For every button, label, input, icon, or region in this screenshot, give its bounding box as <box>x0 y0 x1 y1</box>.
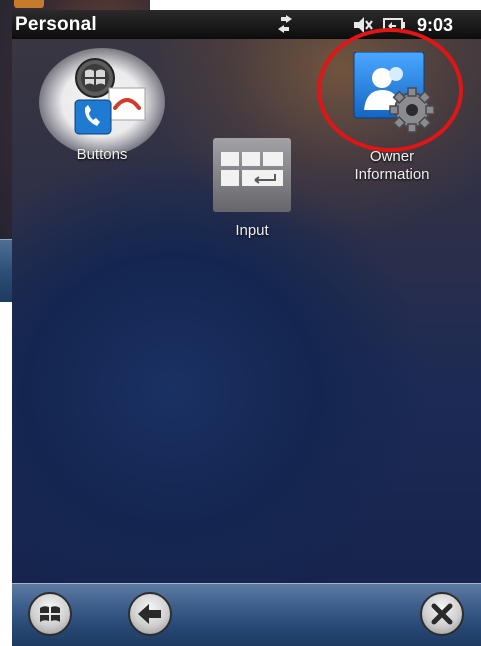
start-button[interactable] <box>28 592 72 636</box>
clock-time: 9:03 <box>417 15 454 35</box>
app-label-input: Input <box>235 222 269 239</box>
screen-title: Personal <box>15 14 97 35</box>
input-icon <box>213 138 291 212</box>
connectivity-icon[interactable] <box>274 15 296 35</box>
app-tile-buttons[interactable]: Buttons <box>27 48 177 164</box>
back-arrow-icon <box>138 604 161 624</box>
device-screen: Personal 9:03 Buttons Input Owner Inform… <box>12 10 481 646</box>
app-tile-input[interactable]: Input <box>197 138 307 240</box>
background-window-accent <box>14 0 44 8</box>
close-button[interactable] <box>420 592 464 636</box>
highlight-circle <box>317 28 463 152</box>
back-button[interactable] <box>128 592 172 636</box>
bottom-dock <box>12 583 481 646</box>
app-label-owner-information: Owner Information <box>354 148 430 183</box>
app-label-buttons: Buttons <box>76 146 128 163</box>
close-icon <box>431 603 453 625</box>
windows-start-icon <box>40 606 60 622</box>
buttons-icon <box>74 58 146 135</box>
